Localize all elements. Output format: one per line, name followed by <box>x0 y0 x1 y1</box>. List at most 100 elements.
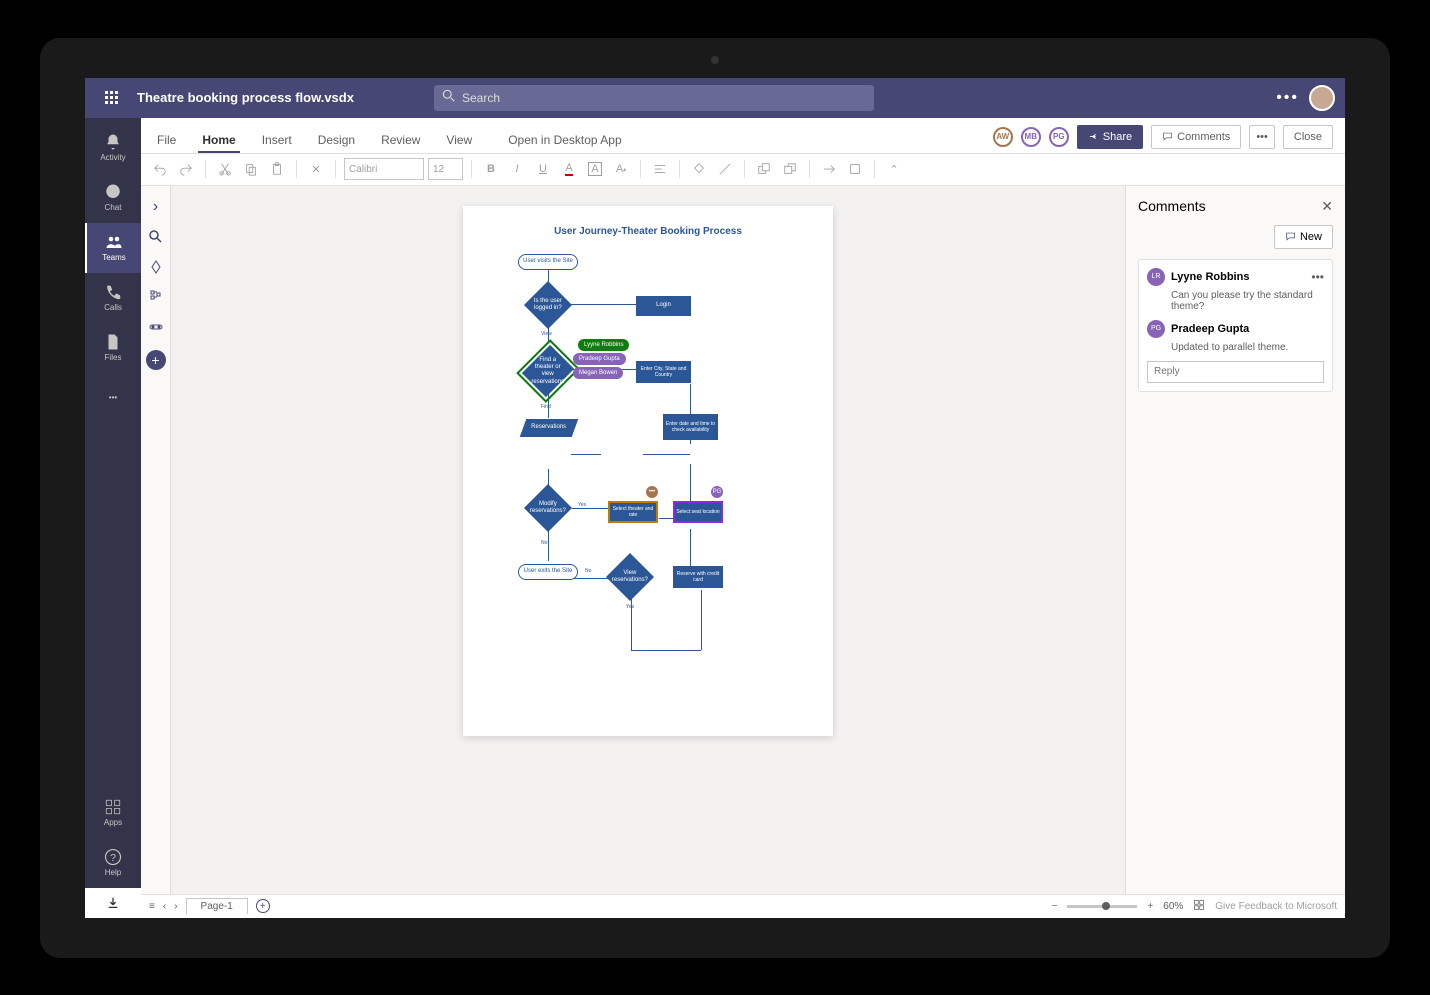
shape-decision[interactable]: View reservations? <box>606 552 654 600</box>
download-button[interactable] <box>85 888 141 918</box>
tab-file[interactable]: File <box>153 133 180 153</box>
line-icon[interactable] <box>714 158 736 180</box>
rail-label: Apps <box>104 818 122 827</box>
document-title: Theatre booking process flow.vsdx <box>137 90 354 105</box>
arrange-back-icon[interactable] <box>779 158 801 180</box>
file-icon <box>104 333 122 351</box>
rail-files[interactable]: Files <box>85 323 141 373</box>
comment-menu-icon[interactable]: ••• <box>1311 270 1324 284</box>
phone-icon <box>104 283 122 301</box>
shape-terminator[interactable]: User visits the Site <box>518 254 578 270</box>
rail-chat[interactable]: Chat <box>85 173 141 223</box>
prev-page-icon[interactable]: ‹ <box>163 901 166 912</box>
canvas[interactable]: User Journey-Theater Booking Process <box>171 186 1125 894</box>
comment-icon <box>1162 131 1173 142</box>
search-input[interactable]: Search <box>434 85 874 111</box>
rail-calls[interactable]: Calls <box>85 273 141 323</box>
close-button[interactable]: Close <box>1283 125 1333 149</box>
tab-review[interactable]: Review <box>377 133 424 153</box>
expand-icon[interactable]: › <box>141 192 171 222</box>
close-icon[interactable]: ✕ <box>1321 198 1333 215</box>
search-shapes-icon[interactable] <box>141 222 171 252</box>
shape-decision-selected[interactable]: Find a theater or view reservations <box>522 344 574 396</box>
shape-process[interactable]: Select theater and rate <box>608 501 658 523</box>
font-name-select[interactable] <box>344 158 424 180</box>
font-size-select[interactable] <box>428 158 463 180</box>
comment-text: Updated to parallel theme. <box>1171 342 1324 353</box>
underline-icon[interactable]: U <box>532 158 554 180</box>
pages-nav-icon[interactable]: ≡ <box>149 901 155 912</box>
add-stencil-button[interactable]: + <box>146 350 166 370</box>
zoom-out-icon[interactable]: − <box>1052 901 1058 912</box>
feedback-link[interactable]: Give Feedback to Microsoft <box>1215 901 1337 912</box>
rail-help[interactable]: ? Help <box>85 838 141 888</box>
share-button[interactable]: Share <box>1077 125 1143 149</box>
delete-icon[interactable]: ✕ <box>305 158 327 180</box>
more-options-icon[interactable]: ••• <box>1276 89 1299 107</box>
page-tab[interactable]: Page-1 <box>186 898 248 914</box>
zoom-slider[interactable] <box>1067 905 1137 908</box>
stencil1-icon[interactable] <box>141 252 171 282</box>
shape-process[interactable]: Login <box>636 296 691 316</box>
presence-avatar[interactable]: AW <box>993 127 1013 147</box>
new-comment-button[interactable]: New <box>1274 225 1333 249</box>
connector-icon[interactable] <box>818 158 840 180</box>
shape-process[interactable]: Enter date and time to check availabilit… <box>663 414 718 440</box>
reply-input[interactable] <box>1147 361 1324 383</box>
tab-design[interactable]: Design <box>314 133 359 153</box>
comments-panel: Comments ✕ New LR Lyyne Robbins ••• <box>1125 186 1345 894</box>
bold-icon[interactable]: B <box>480 158 502 180</box>
shape-data[interactable]: Reservations <box>520 419 579 437</box>
comments-button[interactable]: Comments <box>1151 125 1241 149</box>
presence-avatar[interactable]: MB <box>1021 127 1041 147</box>
rail-activity[interactable]: Activity <box>85 123 141 173</box>
redo-icon[interactable] <box>175 158 197 180</box>
copy-icon[interactable] <box>240 158 262 180</box>
shape-terminator[interactable]: User exits the Site <box>518 564 578 580</box>
camera-dot <box>711 56 719 64</box>
open-desktop-link[interactable]: Open in Desktop App <box>504 133 625 153</box>
rail-label: Activity <box>100 153 125 162</box>
statusbar: ≡ ‹ › Page-1 + − + 60% Give Feedback to … <box>141 894 1345 918</box>
font-color-icon[interactable]: A <box>558 158 580 180</box>
font-grow-icon[interactable]: A▴ <box>610 158 632 180</box>
shape-decision[interactable]: Is the user logged in? <box>524 280 572 328</box>
shape-process[interactable]: Reserve with credit card <box>673 566 723 588</box>
presence-dot: ••• <box>646 486 658 498</box>
add-page-button[interactable]: + <box>256 899 270 913</box>
teams-icon <box>105 233 123 251</box>
fit-page-icon[interactable] <box>1193 899 1205 914</box>
arrange-front-icon[interactable] <box>753 158 775 180</box>
presence-avatar[interactable]: PG <box>1049 127 1069 147</box>
chevron-up-icon[interactable]: ⌃ <box>883 158 905 180</box>
stencil2-icon[interactable] <box>141 282 171 312</box>
rail-teams[interactable]: Teams <box>85 223 141 273</box>
rail-apps[interactable]: Apps <box>85 788 141 838</box>
ribbon-more-icon[interactable]: ••• <box>1249 125 1275 149</box>
zoom-in-icon[interactable]: + <box>1147 901 1153 912</box>
app-launcher-icon[interactable] <box>95 91 127 104</box>
tab-home[interactable]: Home <box>198 133 239 153</box>
ribbon-toolbar: ✕ B I U A A A▴ <box>141 154 1345 186</box>
user-avatar[interactable] <box>1309 85 1335 111</box>
presence-pill: Pradeep Gupta <box>573 353 626 365</box>
stencil3-icon[interactable] <box>141 312 171 342</box>
rail-more[interactable]: ••• <box>85 373 141 423</box>
undo-icon[interactable] <box>149 158 171 180</box>
search-icon <box>442 89 456 106</box>
shape-process[interactable]: Select seat location <box>673 501 723 523</box>
next-page-icon[interactable]: › <box>174 901 177 912</box>
tab-view[interactable]: View <box>442 133 476 153</box>
chat-icon <box>104 183 122 201</box>
paste-icon[interactable] <box>266 158 288 180</box>
help-icon: ? <box>104 848 122 866</box>
fill-icon[interactable] <box>688 158 710 180</box>
shape-decision[interactable]: Modify reservations? <box>524 483 572 531</box>
shape-icon[interactable] <box>844 158 866 180</box>
align-icon[interactable] <box>649 158 671 180</box>
highlight-icon[interactable]: A <box>584 158 606 180</box>
cut-icon[interactable] <box>214 158 236 180</box>
italic-icon[interactable]: I <box>506 158 528 180</box>
shape-process[interactable]: Enter City, State and Country <box>636 361 691 383</box>
tab-insert[interactable]: Insert <box>258 133 296 153</box>
